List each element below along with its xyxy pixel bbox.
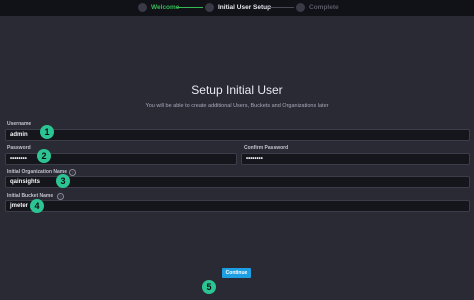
confirm-password-input[interactable]: ••••••••	[241, 153, 470, 165]
step-connector	[177, 7, 203, 8]
annotation-badge-4: 4	[30, 199, 44, 213]
step-complete-label: Complete	[309, 4, 339, 11]
step-welcome-label: Welcome	[151, 4, 180, 11]
step-user-setup-label: Initial User Setup	[218, 4, 272, 11]
setup-progress-bar: Welcome Initial User Setup Complete	[0, 0, 474, 17]
password-label: Password	[7, 145, 31, 151]
bucket-input[interactable]: jmeter	[5, 200, 470, 212]
annotation-badge-2: 2	[37, 149, 51, 163]
continue-button[interactable]: Continue	[222, 268, 251, 278]
username-label: Username	[7, 121, 32, 127]
step-complete-dot	[296, 3, 305, 12]
organization-input[interactable]: qainsights	[5, 176, 470, 188]
annotation-badge-5: 5	[202, 280, 216, 294]
page-title: Setup Initial User	[191, 83, 283, 97]
page-subtitle: You will be able to create additional Us…	[145, 103, 329, 109]
step-user-setup-dot	[205, 3, 214, 12]
bucket-label: Initial Bucket Name	[7, 193, 54, 199]
annotation-badge-3: 3	[56, 174, 70, 188]
step-welcome-dot	[138, 3, 147, 12]
help-icon[interactable]: ?	[57, 193, 64, 200]
organization-label: Initial Organization Name	[7, 169, 68, 175]
annotation-badge-1: 1	[40, 125, 54, 139]
username-input[interactable]: admin	[5, 129, 470, 141]
help-icon[interactable]: ?	[69, 169, 76, 176]
confirm-password-label: Confirm Password	[244, 145, 289, 151]
step-connector	[268, 7, 294, 8]
setup-card: Setup Initial User You will be able to c…	[0, 17, 474, 300]
